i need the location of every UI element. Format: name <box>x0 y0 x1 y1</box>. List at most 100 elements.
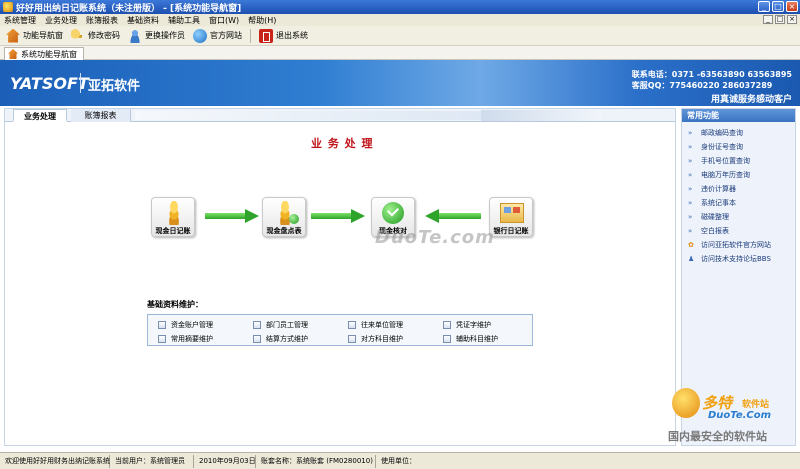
mdi-controls: _ □ × <box>763 15 797 24</box>
menu-window[interactable]: 窗口(W) <box>209 15 239 26</box>
nav-button-label: 功能导航窗 <box>23 31 63 40</box>
contact-info: 联系电话：0371 -63563890 63563895 客服QQ：775460… <box>632 69 792 91</box>
mdi-minimize-button[interactable]: _ <box>763 15 773 24</box>
status-book: 账套名称：系统账套 (FM0280010) <box>256 454 376 468</box>
status-bar: 欢迎使用好好用财务出纳记账系统 当前用户：系统管理员 2010年09月03日 账… <box>0 452 800 469</box>
side-item-id-card[interactable]: » 身份证号查询 <box>688 142 743 152</box>
menu-help[interactable]: 帮助(H) <box>248 15 276 26</box>
watermark-text: 软件站 <box>742 400 770 410</box>
side-item-label: 空白报表 <box>701 227 729 235</box>
maximize-button[interactable]: □ <box>772 1 784 12</box>
star-icon: ✿ <box>688 240 694 249</box>
side-item-notepad[interactable]: » 系统记事本 <box>688 198 736 208</box>
side-item-label: 访问亚拓软件官方网站 <box>701 241 771 249</box>
change-operator-button[interactable]: 更换操作员 <box>128 28 185 44</box>
brand-name: 亚拓软件 <box>88 79 141 94</box>
form-icon <box>443 335 451 343</box>
double-chevron-icon: » <box>688 128 693 137</box>
mdi-restore-button[interactable]: □ <box>775 15 785 24</box>
side-item-bbs[interactable]: ♟ 访问技术支持论坛BBS <box>688 254 771 264</box>
change-password-button[interactable]: 修改密码 <box>71 28 120 44</box>
toolbar: 功能导航窗 修改密码 更换操作员 官方网站 退出系统 <box>0 26 800 46</box>
form-icon <box>158 321 166 329</box>
slogan: 用真诚服务感动客户 <box>710 95 792 105</box>
flow-arrow-right <box>205 209 261 223</box>
section-title: 业 务 处 理 <box>311 137 374 150</box>
voucher-type-link[interactable]: 凭证字维护 <box>443 320 491 330</box>
double-chevron-icon: » <box>688 212 693 221</box>
side-item-official-site[interactable]: ✿ 访问亚拓软件官方网站 <box>688 240 771 250</box>
key-icon <box>71 28 85 43</box>
side-item-label: 磁碟整理 <box>701 213 729 221</box>
status-user: 当前用户：系统管理员 <box>110 454 194 468</box>
minimize-button[interactable]: _ <box>758 1 770 12</box>
flow-arrow-left <box>425 209 481 223</box>
common-summary-link[interactable]: 常用摘要维护 <box>158 334 213 344</box>
change-operator-label: 更换操作员 <box>145 31 185 40</box>
flow-arrow-right <box>311 209 367 223</box>
tab-bar-decoration <box>135 111 495 120</box>
basic-data-title: 基础资料维护： <box>147 300 203 309</box>
side-item-disk[interactable]: » 磁碟整理 <box>688 212 729 222</box>
mdi-close-button[interactable]: × <box>787 15 797 24</box>
coins-icon <box>163 201 185 225</box>
partner-unit-link[interactable]: 往来单位管理 <box>348 320 403 330</box>
tab-bar-decoration <box>481 110 601 121</box>
auxiliary-account-link[interactable]: 辅助科目维护 <box>443 334 498 344</box>
check-icon <box>289 214 299 224</box>
basic-data-panel: 资金账户管理 部门员工管理 往来单位管理 凭证字维护 常用摘要维护 结算方式维护… <box>147 314 533 346</box>
double-chevron-icon: » <box>688 184 693 193</box>
tab-navigation-window-label: 系统功能导航窗 <box>21 49 77 59</box>
window-controls: _ □ × <box>758 1 798 12</box>
settlement-method-label: 结算方式维护 <box>266 335 308 343</box>
status-unit: 使用单位： <box>381 456 416 465</box>
change-password-label: 修改密码 <box>88 31 120 40</box>
bank-journal-button[interactable]: 银行日记账 <box>489 197 533 237</box>
department-staff-link[interactable]: 部门员工管理 <box>253 320 308 330</box>
menu-system[interactable]: 系统管理 <box>4 15 36 26</box>
users-icon <box>128 28 142 43</box>
side-item-mobile[interactable]: » 手机号位置查询 <box>688 156 750 166</box>
cash-journal-button[interactable]: 现金日记账 <box>151 197 195 237</box>
window-title: 好好用出纳日记账系统（未注册版） - [系统功能导航窗] <box>16 3 242 14</box>
person-icon: ♟ <box>688 254 695 263</box>
mascot-icon <box>672 388 700 418</box>
side-item-calculator[interactable]: » 违价计算器 <box>688 184 736 194</box>
content-tab-bar: 业务处理 账簿报表 <box>5 109 675 122</box>
menu-business[interactable]: 业务处理 <box>45 15 77 26</box>
close-button[interactable]: × <box>786 1 798 12</box>
toolbar-separator <box>250 28 251 43</box>
side-item-postcode[interactable]: » 邮政编码查询 <box>688 128 743 138</box>
cash-check-button[interactable]: 现金盘点表 <box>262 197 306 237</box>
cash-journal-label: 现金日记账 <box>155 227 191 235</box>
menu-bar: 系统管理 业务处理 账簿报表 基础资料 辅助工具 窗口(W) 帮助(H) _ □… <box>0 14 800 26</box>
tab-navigation-window[interactable]: 系统功能导航窗 <box>4 47 84 60</box>
tab-business[interactable]: 业务处理 <box>13 109 67 122</box>
website-button[interactable]: 官方网站 <box>193 28 242 44</box>
double-chevron-icon: » <box>688 170 693 179</box>
watermark-slogan: 国内最安全的软件站 <box>668 430 767 443</box>
watermark: DuoTe.com <box>375 227 495 248</box>
form-icon <box>158 335 166 343</box>
document-tab-bar: 系统功能导航窗 <box>0 46 800 60</box>
department-staff-label: 部门员工管理 <box>266 321 308 329</box>
form-icon <box>253 335 261 343</box>
tab-account-reports[interactable]: 账簿报表 <box>71 109 131 122</box>
menu-reports[interactable]: 账簿报表 <box>86 15 118 26</box>
menu-tools[interactable]: 辅助工具 <box>168 15 200 26</box>
nav-button[interactable]: 功能导航窗 <box>6 28 63 44</box>
common-functions-header: 常用功能 <box>682 109 795 122</box>
settlement-method-link[interactable]: 结算方式维护 <box>253 334 308 344</box>
side-item-label: 身份证号查询 <box>701 143 743 151</box>
side-item-label: 邮政编码查询 <box>701 129 743 137</box>
side-item-calendar[interactable]: » 电脑万年历查询 <box>688 170 750 180</box>
menu-basic-data[interactable]: 基础资料 <box>127 15 159 26</box>
website-label: 官方网站 <box>210 31 242 40</box>
double-chevron-icon: » <box>688 142 693 151</box>
app-icon <box>3 2 13 12</box>
side-item-blank-report[interactable]: » 空白报表 <box>688 226 729 236</box>
counter-account-link[interactable]: 对方科目维护 <box>348 334 403 344</box>
exit-button[interactable]: 退出系统 <box>259 28 308 44</box>
fund-account-link[interactable]: 资金账户管理 <box>158 320 213 330</box>
home-icon <box>6 28 20 43</box>
